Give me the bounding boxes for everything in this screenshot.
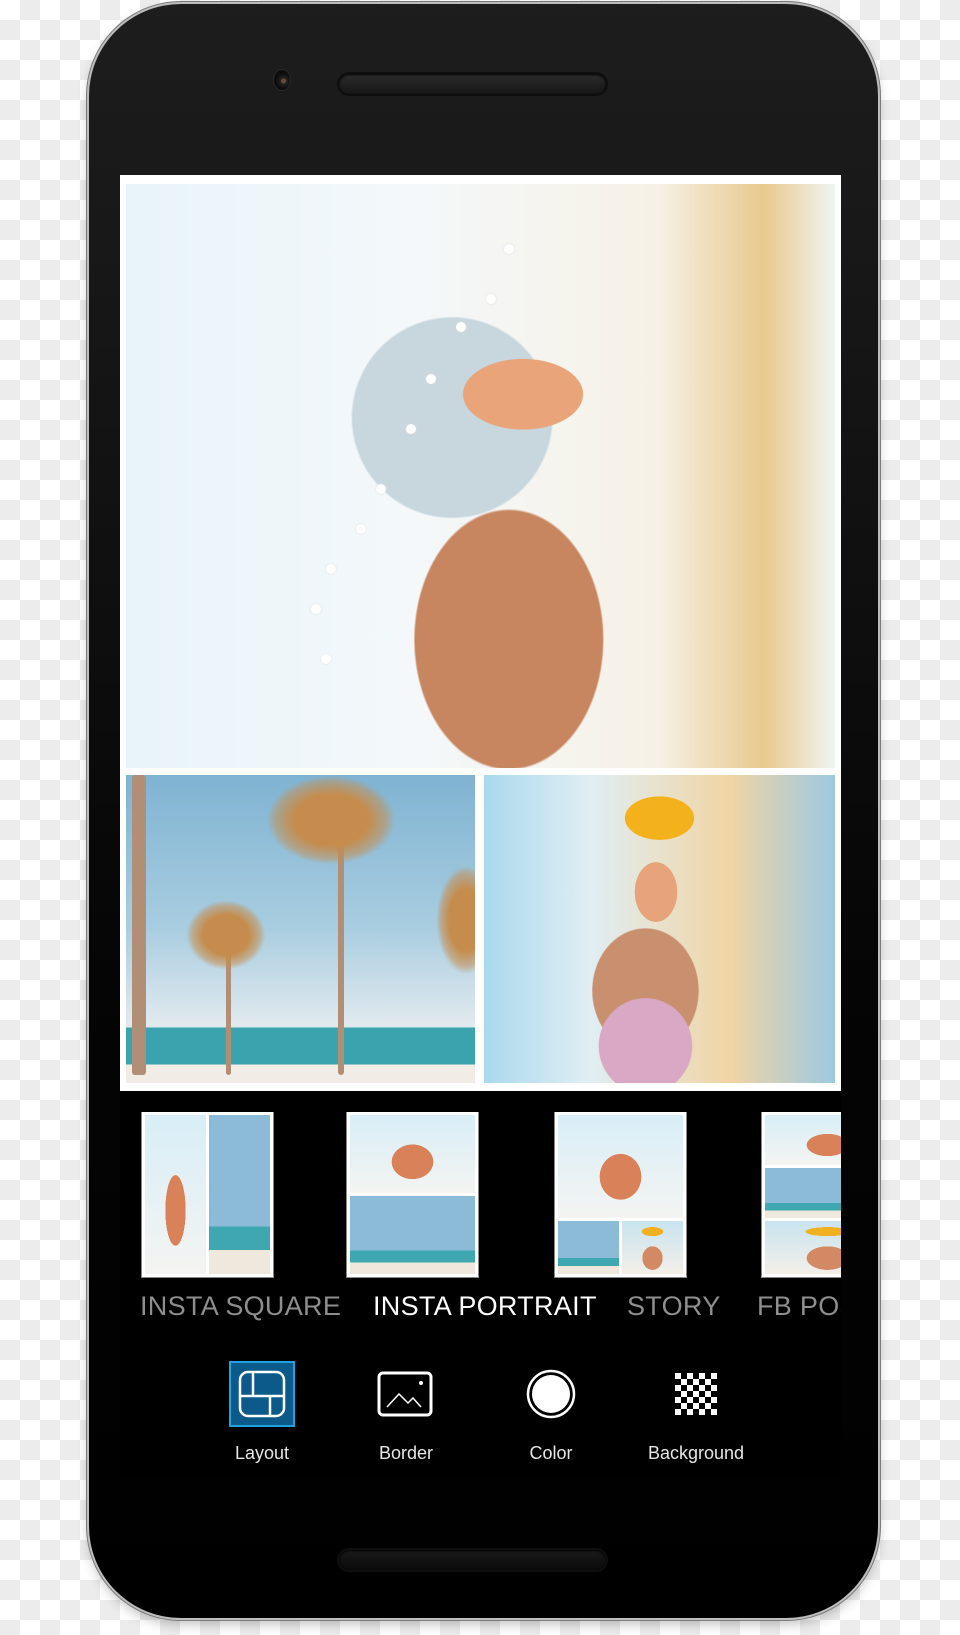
layout-thumbnail-insta-square[interactable]	[142, 1112, 273, 1277]
layout-tool-button[interactable]: Layout	[192, 1363, 332, 1463]
bottom-toolbar: Layout Border Color Background	[120, 1363, 841, 1463]
checkerboard-icon	[665, 1363, 727, 1425]
layout-label-insta-portrait[interactable]: INSTA PORTRAIT	[373, 1291, 597, 1322]
layout-thumbnail-fb-post[interactable]	[762, 1112, 841, 1277]
layout-thumbnail-story[interactable]	[555, 1112, 686, 1277]
bottom-speaker	[339, 1550, 606, 1570]
layout-label-story[interactable]: STORY	[627, 1291, 721, 1322]
layout-thumbnail-strip[interactable]	[120, 1112, 841, 1280]
image-frame-icon	[375, 1363, 437, 1425]
color-tool-label: Color	[529, 1443, 573, 1463]
layout-thumbnail-insta-portrait[interactable]	[347, 1112, 478, 1277]
layout-grid-icon	[231, 1363, 293, 1425]
collage-photo-palms[interactable]	[126, 775, 475, 1083]
background-tool-button[interactable]: Background	[626, 1363, 766, 1463]
app-screen: INSTA SQUARE INSTA PORTRAIT STORY FB POS…	[120, 175, 841, 1475]
border-tool-button[interactable]: Border	[336, 1363, 476, 1463]
border-tool-label: Border	[378, 1443, 434, 1463]
collage-canvas	[120, 175, 841, 1091]
layout-tool-label: Layout	[234, 1443, 290, 1463]
front-camera-icon	[274, 70, 290, 90]
layout-label-fb-post[interactable]: FB POST	[757, 1291, 841, 1322]
color-tool-button[interactable]: Color	[481, 1363, 621, 1463]
layout-label-strip: INSTA SQUARE INSTA PORTRAIT STORY FB POS…	[120, 1291, 841, 1331]
collage-photo-main[interactable]	[126, 184, 835, 768]
color-circle-icon	[520, 1363, 582, 1425]
layout-label-insta-square[interactable]: INSTA SQUARE	[140, 1291, 341, 1322]
collage-photo-flower-crown[interactable]	[484, 775, 835, 1083]
earpiece-speaker	[339, 74, 606, 94]
background-tool-label: Background	[647, 1443, 745, 1463]
